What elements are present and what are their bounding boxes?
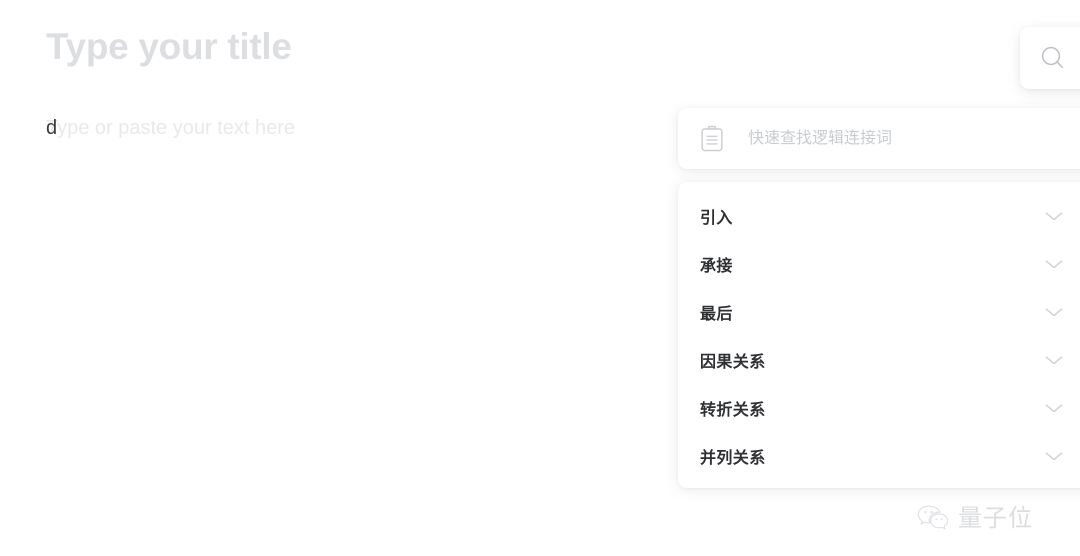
list-item-label: 并列关系 bbox=[700, 450, 766, 467]
list-item[interactable]: 最后 bbox=[678, 288, 1080, 336]
search-icon bbox=[1038, 43, 1068, 73]
connective-search-input[interactable] bbox=[748, 108, 1048, 169]
list-item-label: 因果关系 bbox=[700, 354, 766, 371]
clipboard-icon bbox=[678, 125, 725, 153]
list-item[interactable]: 引入 bbox=[678, 192, 1080, 240]
list-item[interactable]: 承接 bbox=[678, 240, 1080, 288]
list-item[interactable]: 并列关系 bbox=[678, 432, 1080, 480]
list-item-label: 承接 bbox=[700, 258, 733, 275]
watermark: 量子位 bbox=[916, 504, 1033, 532]
list-item-label: 引入 bbox=[700, 210, 733, 227]
document-body-placeholder: Type or paste your text here bbox=[46, 117, 296, 139]
connective-search-bar[interactable] bbox=[678, 108, 1080, 169]
list-item[interactable]: 转折关系 bbox=[678, 384, 1080, 432]
list-item[interactable]: 因果关系 bbox=[678, 336, 1080, 384]
watermark-text: 量子位 bbox=[958, 504, 1033, 532]
document-title-placeholder[interactable]: Type your title bbox=[46, 26, 292, 68]
list-item-label: 最后 bbox=[700, 306, 733, 323]
search-toggle-button[interactable] bbox=[1020, 27, 1080, 89]
list-item-label: 转折关系 bbox=[700, 402, 766, 419]
connective-category-list: 引入 承接 最后 因果关系 转折关系 并列关系 bbox=[678, 182, 1080, 488]
document-body-typed-text: d bbox=[46, 117, 58, 139]
wechat-logo-icon bbox=[916, 504, 950, 532]
